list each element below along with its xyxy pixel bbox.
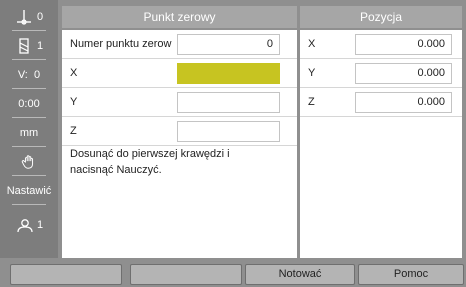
notowac-button[interactable]: Notować <box>245 264 355 285</box>
datum-number-row: Numer punktu zerow 0 <box>62 30 297 59</box>
position-z-row: Z 0.000 <box>300 88 462 117</box>
help-button[interactable]: Pomoc <box>358 264 464 285</box>
sidebar-item-user[interactable]: 1 <box>0 210 58 239</box>
datum-z-label: Z <box>70 125 77 137</box>
status-sidebar: 0 1 V: 0 0:00 mm Nastawić 1 <box>0 0 58 258</box>
tool-number: 1 <box>36 39 44 52</box>
datum-x-row: X <box>62 59 297 88</box>
axis-icon <box>16 9 31 25</box>
sidebar-item-datum[interactable]: 0 <box>0 2 58 31</box>
datum-y-row: Y <box>62 88 297 117</box>
datum-y-field[interactable] <box>177 92 280 113</box>
datum-panel-title: Punkt zerowy <box>62 6 297 28</box>
instruction-message: Dosunąć do pierwszej krawędzi i nacisnąć… <box>70 148 230 176</box>
datum-z-row: Z <box>62 117 297 146</box>
sidebar-item-manual-mode[interactable] <box>0 147 58 176</box>
sidebar-item-stopwatch[interactable]: 0:00 <box>0 89 58 118</box>
position-x-field[interactable]: 0.000 <box>355 34 452 55</box>
softkey-1[interactable] <box>10 264 122 285</box>
setup-label: Nastawić <box>6 184 52 197</box>
sidebar-item-feed[interactable]: V: 0 <box>0 60 58 89</box>
position-y-label: Y <box>308 67 316 79</box>
datum-panel: Numer punktu zerow 0 X Y Z Dosunąć do pi… <box>62 30 297 258</box>
position-z-label: Z <box>308 96 315 108</box>
position-x-row: X 0.000 <box>300 30 462 59</box>
user-icon <box>17 218 33 232</box>
units-value: mm <box>19 126 39 139</box>
sidebar-item-units[interactable]: mm <box>0 118 58 147</box>
datum-y-label: Y <box>70 96 78 108</box>
position-y-row: Y 0.000 <box>300 59 462 88</box>
position-panel-title: Pozycja <box>300 6 462 28</box>
feed-value: 0 <box>34 68 41 81</box>
datum-number-field[interactable]: 0 <box>177 34 280 55</box>
hand-icon <box>21 154 34 169</box>
position-z-field[interactable]: 0.000 <box>355 92 452 113</box>
user-number: 1 <box>36 218 44 231</box>
stopwatch-value: 0:00 <box>18 97 40 110</box>
softkey-2[interactable] <box>130 264 242 285</box>
datum-x-label: X <box>70 67 78 79</box>
softkey-bar: Notować Pomoc <box>0 260 466 287</box>
position-x-label: X <box>308 38 316 50</box>
tool-icon <box>19 37 29 54</box>
datum-x-field[interactable] <box>177 63 280 84</box>
sidebar-item-setup[interactable]: Nastawić <box>0 176 58 205</box>
datum-z-field[interactable] <box>177 121 280 142</box>
datum-number: 0 <box>36 10 44 23</box>
position-panel: X 0.000 Y 0.000 Z 0.000 <box>300 30 462 258</box>
datum-number-label: Numer punktu zerow <box>70 38 172 50</box>
feed-label: V: <box>17 68 28 81</box>
sidebar-item-tool[interactable]: 1 <box>0 31 58 60</box>
position-y-field[interactable]: 0.000 <box>355 63 452 84</box>
